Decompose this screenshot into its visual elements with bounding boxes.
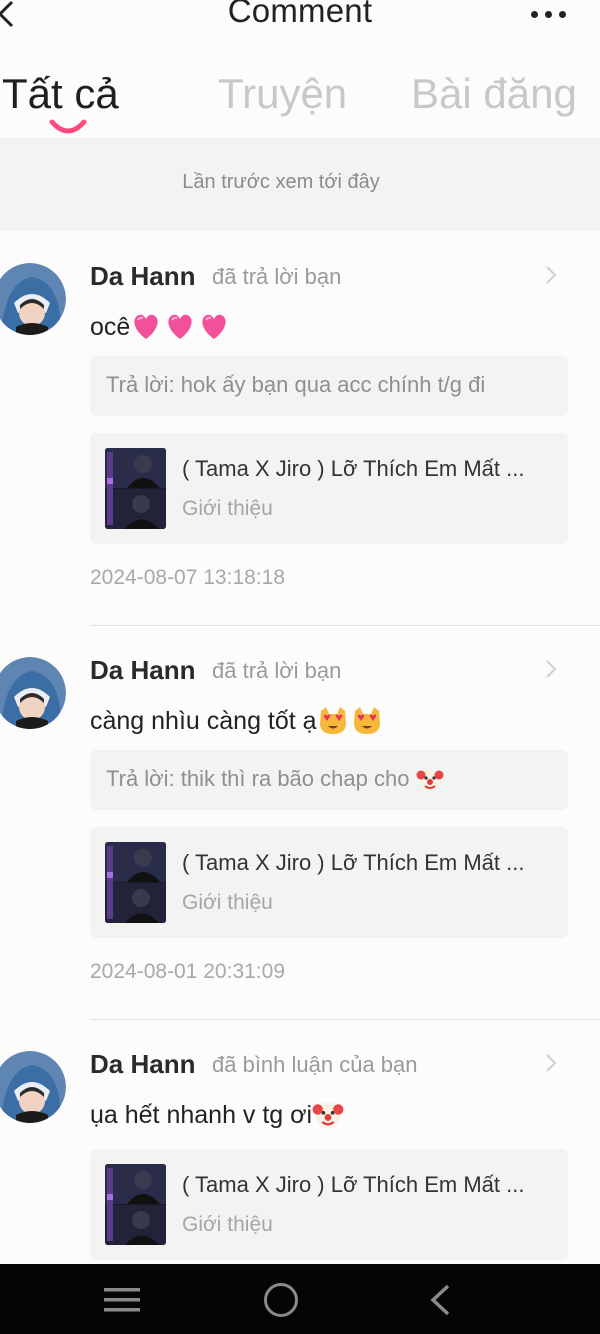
divider — [90, 1019, 600, 1020]
story-subtitle: Giới thiệu — [182, 497, 273, 520]
message-text: ocê — [90, 313, 131, 341]
chevron-right-icon[interactable] — [544, 1053, 558, 1073]
more-dots-icon — [531, 11, 538, 18]
tab-stories[interactable]: Truyện — [218, 70, 347, 118]
message-text: càng nhìu càng tốt ạ — [90, 707, 317, 735]
action-text: đã trả lời bạn — [212, 264, 342, 289]
system-nav-bar — [0, 1264, 600, 1334]
chevron-right-icon[interactable] — [544, 659, 558, 679]
username[interactable]: Da Hann — [90, 261, 195, 292]
back-arrow-icon[interactable] — [428, 1283, 452, 1317]
more-dot — [559, 11, 566, 18]
comment-message: càng nhìu càng tốt ạ — [90, 705, 385, 736]
reply-text-line: Trả lời: thik thì ra bão chap cho — [106, 766, 446, 792]
story-title: ( Tama X Jiro ) Lỡ Thích Em Mất ... — [182, 456, 525, 481]
last-seen-text: Lần trước xem tới đây — [182, 171, 380, 193]
clown-emoji-icon — [312, 1102, 344, 1128]
reply-text: Trả lời: thik thì ra bão chap cho — [106, 766, 410, 791]
story-cover-image — [105, 1164, 166, 1245]
story-title: ( Tama X Jiro ) Lỡ Thích Em Mất ... — [182, 1172, 525, 1197]
menu-icon[interactable] — [104, 1287, 140, 1313]
story-subtitle: Giới thiệu — [182, 891, 273, 914]
story-title: ( Tama X Jiro ) Lỡ Thích Em Mất ... — [182, 850, 525, 875]
reply-quote[interactable]: Trả lời: thik thì ra bão chap cho — [90, 750, 568, 810]
heart-emoji-icon — [134, 314, 158, 339]
last-seen-banner: Lần trước xem tới đây — [0, 138, 600, 231]
username[interactable]: Da Hann — [90, 655, 195, 686]
avatar[interactable] — [0, 657, 66, 729]
story-card[interactable]: ( Tama X Jiro ) Lỡ Thích Em Mất ... Giới… — [90, 827, 568, 938]
timestamp: 2024-08-01 20:31:09 — [90, 960, 285, 983]
action-text: đã trả lời bạn — [212, 658, 342, 683]
heart-emoji-icon — [168, 314, 192, 339]
page-title: Comment — [227, 0, 373, 29]
clown-emoji-icon — [416, 769, 444, 791]
reply-quote[interactable]: Trả lời: hok ấy bạn qua acc chính t/g đi — [90, 356, 568, 416]
comment-message: ocê — [90, 311, 232, 342]
timestamp: 2024-08-07 13:18:18 — [90, 566, 285, 589]
heart-emoji-icon — [202, 314, 226, 339]
divider — [90, 625, 600, 626]
username[interactable]: Da Hann — [90, 1049, 195, 1080]
tab-bar: Tất cả Truyện Bài đăng — [0, 68, 600, 138]
chevron-right-icon[interactable] — [544, 265, 558, 285]
comment-message: ụa hết nhanh v tg ơi — [90, 1099, 346, 1130]
story-cover-image — [105, 842, 166, 923]
heart-eyes-cat-emoji-icon — [353, 707, 380, 734]
story-card[interactable]: ( Tama X Jiro ) Lỡ Thích Em Mất ... Giới… — [90, 1149, 568, 1260]
avatar[interactable] — [0, 1051, 66, 1123]
action-text: đã bình luận của bạn — [212, 1052, 418, 1077]
home-icon[interactable] — [264, 1283, 298, 1317]
story-cover-image — [105, 448, 166, 529]
story-card[interactable]: ( Tama X Jiro ) Lỡ Thích Em Mất ... Giới… — [90, 433, 568, 544]
reply-text: Trả lời: hok ấy bạn qua acc chính t/g đi — [106, 372, 486, 397]
active-tab-indicator — [49, 119, 87, 134]
tab-posts[interactable]: Bài đăng — [411, 70, 577, 118]
tab-all[interactable]: Tất cả — [2, 70, 119, 118]
avatar[interactable] — [0, 263, 66, 335]
header: Comment — [0, 0, 600, 40]
more-dot — [545, 11, 552, 18]
message-text: ụa hết nhanh v tg ơi — [90, 1101, 313, 1129]
heart-eyes-cat-emoji-icon — [319, 707, 346, 734]
more-options-button[interactable] — [531, 11, 566, 18]
story-subtitle: Giới thiệu — [182, 1213, 273, 1236]
